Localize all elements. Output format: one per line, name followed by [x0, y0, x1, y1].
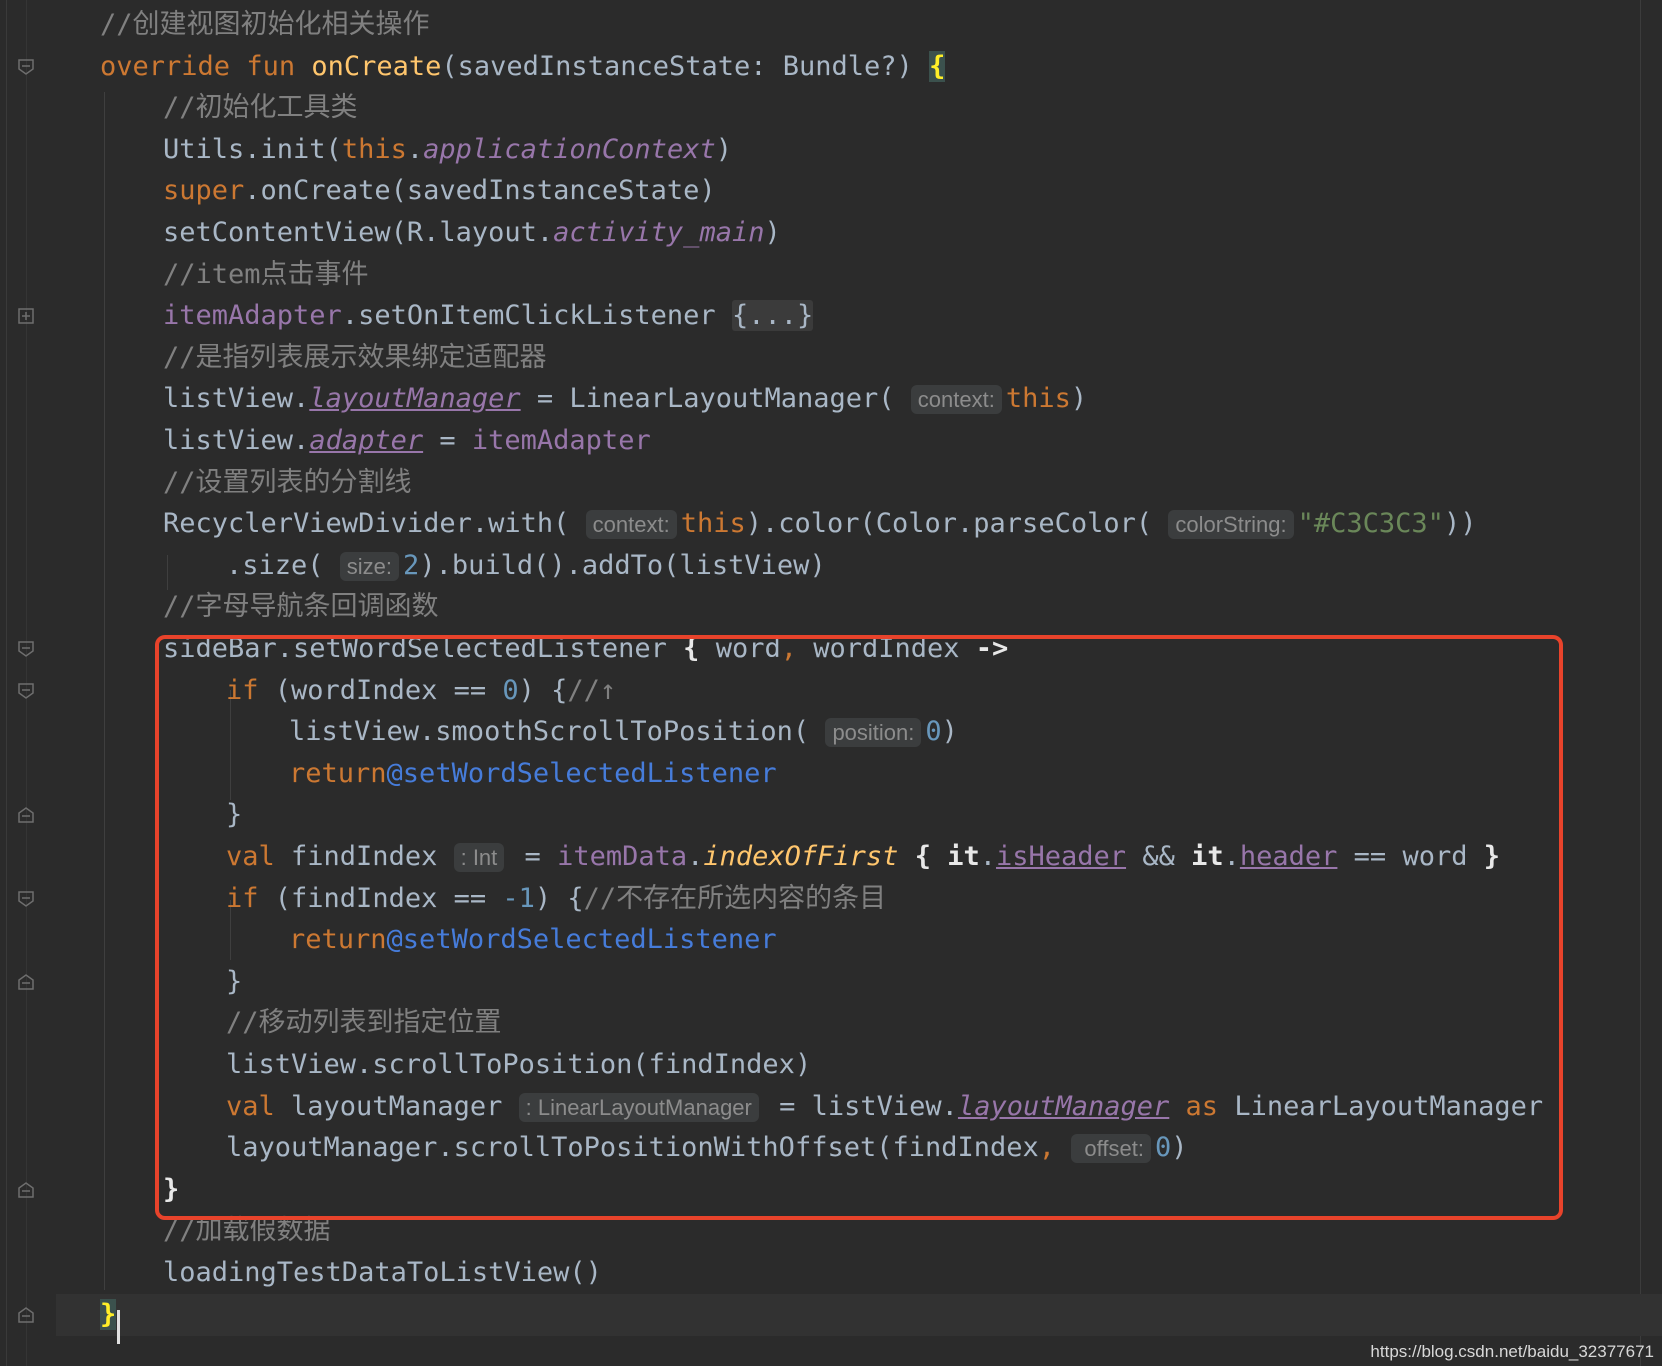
watermark: https://blog.csdn.net/baidu_32377671 — [1370, 1342, 1654, 1361]
parameter-hint: context: — [585, 510, 677, 540]
code-token: adapter — [309, 425, 424, 456]
fold-expand-icon[interactable] — [17, 307, 35, 325]
code-token: = LinearLayoutManager( — [520, 383, 911, 415]
code-comment: //字母导航条回调函数 — [163, 591, 439, 623]
code-token: Utils.init( — [163, 133, 342, 165]
gutter-border — [6, 0, 7, 1366]
code-line[interactable]: .size( size: 2).build().addTo(listView) — [226, 545, 826, 587]
code-line[interactable]: override fun onCreate(savedInstanceState… — [100, 46, 946, 88]
code-comment: //是指列表展示效果绑定适配器 — [163, 341, 547, 373]
code-line[interactable]: itemAdapter.setOnItemClickListener {...} — [163, 295, 814, 337]
indent-guide — [167, 555, 168, 590]
fold-collapse-icon[interactable] — [17, 640, 35, 658]
code-editor[interactable]: //创建视图初始化相关操作 override fun onCreate(saved… — [0, 0, 1662, 1366]
code-token: 2 — [403, 549, 420, 581]
indent-guide — [104, 92, 105, 1290]
code-comment: //创建视图初始化相关操作 — [100, 9, 430, 40]
fold-end-icon[interactable] — [17, 1181, 35, 1199]
code-line[interactable]: listView.adapter = itemAdapter — [163, 420, 651, 462]
code-line[interactable]: //是指列表展示效果绑定适配器 — [163, 337, 547, 379]
code-token: = — [423, 425, 472, 456]
code-token: {...} — [731, 300, 814, 332]
code-token: .setOnItemClickListener — [341, 300, 732, 332]
code-line[interactable]: setContentView(R.layout.activity_main) — [163, 212, 781, 254]
code-token: .onCreate(savedInstanceState) — [244, 175, 716, 207]
code-token: fun — [246, 50, 312, 82]
code-token: onCreate — [311, 50, 442, 82]
code-token: ) — [764, 217, 781, 248]
code-token: override — [100, 50, 247, 82]
fold-collapse-icon[interactable] — [17, 890, 35, 908]
code-line[interactable]: RecyclerViewDivider.with( context: this).… — [163, 503, 1476, 545]
text-caret — [117, 1310, 120, 1344]
code-line[interactable]: //item点击事件 — [163, 254, 369, 296]
code-token: RecyclerViewDivider.with( — [163, 508, 586, 540]
code-token: { — [929, 50, 946, 82]
code-comment: //初始化工具类 — [163, 92, 358, 124]
code-token: ).color(Color.parseColor( — [745, 508, 1169, 540]
code-line[interactable]: super.onCreate(savedInstanceState) — [163, 170, 716, 212]
fold-end-icon[interactable] — [17, 806, 35, 824]
code-line[interactable]: //创建视图初始化相关操作 — [100, 4, 430, 46]
code-token: (savedInstanceState: Bundle?) — [441, 50, 930, 82]
right-margin-guide — [1640, 0, 1641, 1366]
code-token: listView. — [163, 383, 310, 415]
code-token: itemAdapter — [471, 425, 651, 456]
code-token: . — [406, 133, 424, 165]
code-token: activity_main — [553, 217, 765, 248]
code-line[interactable]: } — [56, 1293, 1662, 1336]
code-token: loadingTestDataToListView() — [163, 1257, 602, 1288]
code-line[interactable]: listView.layoutManager = LinearLayoutMan… — [163, 378, 1087, 420]
parameter-hint: size: — [339, 551, 400, 581]
code-comment: //设置列表的分割线 — [163, 466, 412, 498]
code-line[interactable]: Utils.init(this.applicationContext) — [163, 129, 732, 171]
fold-end-icon[interactable] — [17, 973, 35, 991]
code-token: layoutManager — [309, 383, 521, 415]
code-token: itemAdapter — [163, 300, 342, 332]
code-token: super — [163, 175, 245, 207]
code-token: listView. — [163, 425, 310, 456]
code-token: setContentView(R.layout. — [163, 217, 554, 248]
code-token: this — [680, 508, 746, 540]
code-token: .size( — [226, 549, 340, 581]
code-line[interactable]: loadingTestDataToListView() — [163, 1252, 602, 1294]
parameter-hint: colorString: — [1168, 510, 1294, 540]
fold-collapse-icon[interactable] — [17, 682, 35, 700]
code-token: )) — [1443, 508, 1477, 540]
code-token: this — [341, 133, 407, 165]
code-line[interactable]: //初始化工具类 — [163, 87, 358, 129]
code-token: ) — [715, 133, 732, 165]
fold-collapse-icon[interactable] — [17, 58, 35, 76]
code-token: applicationContext — [423, 133, 716, 165]
parameter-hint: context: — [910, 385, 1002, 415]
highlight-annotation-box — [155, 635, 1563, 1220]
code-token: ).build().addTo(listView) — [419, 549, 826, 581]
code-token: this — [1005, 383, 1071, 415]
code-line[interactable]: //字母导航条回调函数 — [163, 586, 439, 628]
fold-end-icon[interactable] — [17, 1306, 35, 1324]
code-token: "#C3C3C3" — [1297, 508, 1444, 540]
code-comment: //加载假数据 — [163, 1215, 331, 1247]
code-comment: //item点击事件 — [163, 258, 369, 290]
code-line[interactable]: //设置列表的分割线 — [163, 462, 412, 504]
code-token: ) — [1070, 383, 1088, 415]
code-token: } — [100, 1298, 117, 1330]
